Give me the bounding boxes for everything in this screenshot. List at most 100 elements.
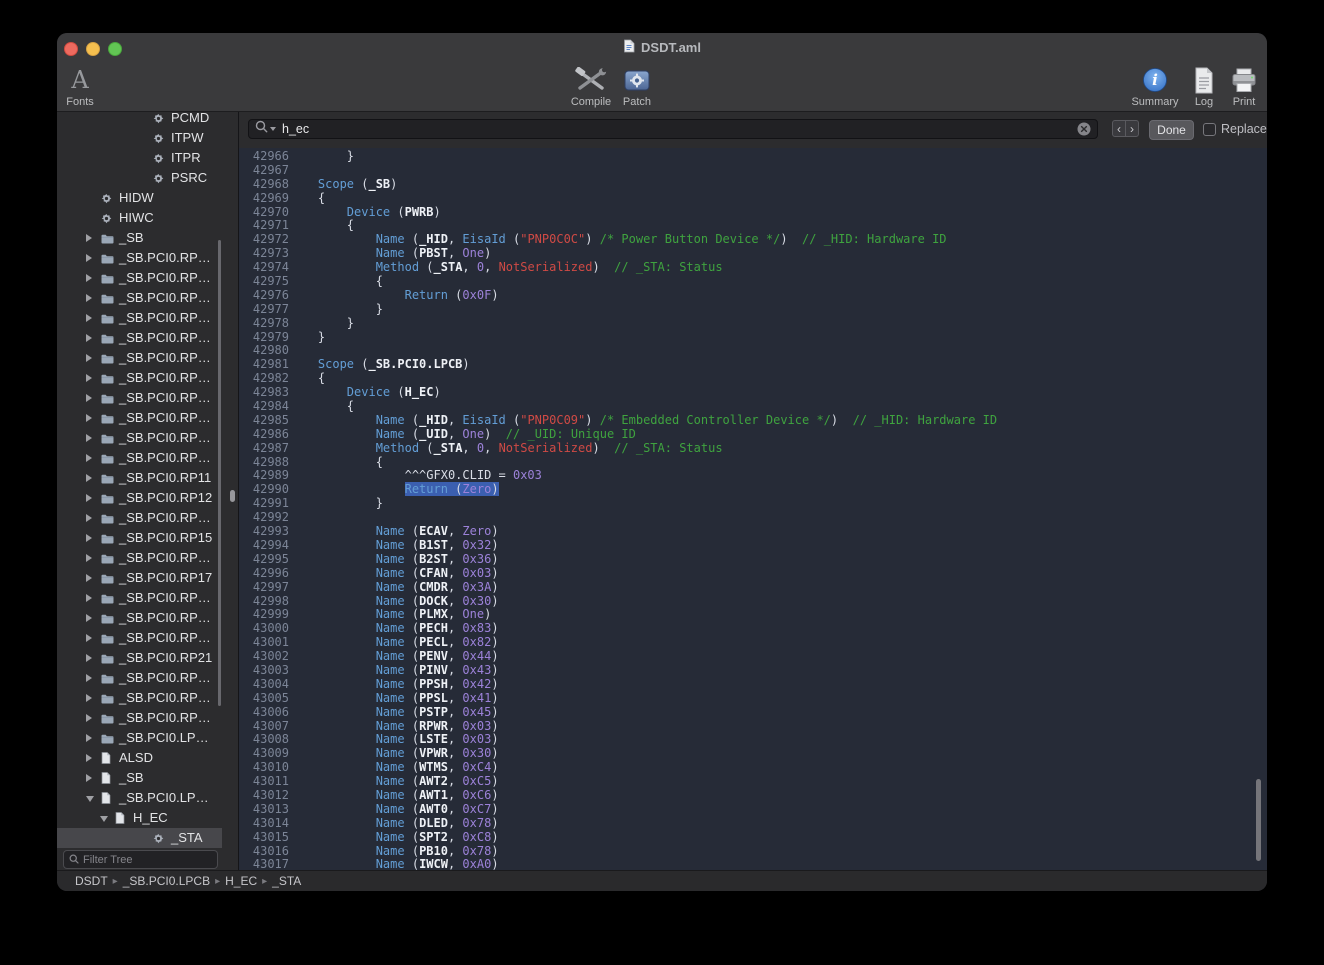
tree-item[interactable]: _SB.PCI0.RP11 (57, 468, 222, 488)
disclosure-triangle-icon[interactable] (86, 734, 92, 742)
done-button[interactable]: Done (1149, 120, 1194, 140)
find-previous-button[interactable]: ‹ (1112, 120, 1126, 137)
disclosure-triangle-icon[interactable] (86, 514, 92, 522)
tree-item[interactable]: HIDW (57, 188, 222, 208)
code-line[interactable]: 42999 Name (PLMX, One) (239, 608, 1267, 622)
code-line[interactable]: 42976 Return (0x0F) (239, 289, 1267, 303)
code-line[interactable]: 43009 Name (VPWR, 0x30) (239, 747, 1267, 761)
clear-search-button[interactable] (1077, 122, 1091, 136)
breadcrumb-item[interactable]: H_EC (225, 874, 257, 888)
tree-item[interactable]: HIWC (57, 208, 222, 228)
disclosure-triangle-icon[interactable] (86, 774, 92, 782)
code-line[interactable]: 42991 } (239, 497, 1267, 511)
tree-item[interactable]: PSRC (57, 168, 222, 188)
tree-item[interactable]: _SB.PCI0.RP12 (57, 488, 222, 508)
tree-item[interactable]: _SB.PCI0.RP… (57, 428, 222, 448)
code-line[interactable]: 43002 Name (PENV, 0x44) (239, 650, 1267, 664)
replace-checkbox[interactable] (1203, 123, 1216, 136)
zoom-button[interactable] (108, 42, 122, 56)
tree-item[interactable]: _SB.PCI0.RP21 (57, 648, 222, 668)
disclosure-triangle-icon[interactable] (86, 354, 92, 362)
disclosure-triangle-icon[interactable] (86, 594, 92, 602)
breadcrumb-item[interactable]: _STA (272, 874, 301, 888)
summary-button[interactable]: i Summary (1127, 65, 1183, 108)
tree-item[interactable]: _SB (57, 768, 222, 788)
code-line[interactable]: 42996 Name (CFAN, 0x03) (239, 567, 1267, 581)
code-line[interactable]: 42977 } (239, 303, 1267, 317)
tree-item[interactable]: _SB.PCI0.RP… (57, 508, 222, 528)
acpi-tree[interactable]: PCMDITPWITPRPSRCHIDWHIWC_SB_SB.PCI0.RP…_… (57, 112, 238, 849)
tree-item[interactable]: PCMD (57, 112, 222, 128)
code-line[interactable]: 42984 { (239, 400, 1267, 414)
code-line[interactable]: 42985 Name (_HID, EisaId ("PNP0C09") /* … (239, 414, 1267, 428)
tree-item[interactable]: _SB.PCI0.RP… (57, 388, 222, 408)
minimize-button[interactable] (86, 42, 100, 56)
code-line[interactable]: 43005 Name (PPSL, 0x41) (239, 692, 1267, 706)
code-line[interactable]: 42973 Name (PBST, One) (239, 247, 1267, 261)
search-input[interactable]: h_ec (248, 119, 1098, 139)
code-line[interactable]: 42994 Name (B1ST, 0x32) (239, 539, 1267, 553)
disclosure-triangle-icon[interactable] (86, 254, 92, 262)
breadcrumb-item[interactable]: _SB.PCI0.LPCB (123, 874, 210, 888)
code-line[interactable]: 42978 } (239, 317, 1267, 331)
disclosure-triangle-icon[interactable] (86, 374, 92, 382)
tree-item[interactable]: _SB.PCI0.RP… (57, 628, 222, 648)
tree-item[interactable]: _SB.PCI0.LP… (57, 788, 222, 808)
code-line[interactable]: 42981 Scope (_SB.PCI0.LPCB) (239, 358, 1267, 372)
code-line[interactable]: 42975 { (239, 275, 1267, 289)
breadcrumb-item[interactable]: DSDT (75, 874, 108, 888)
disclosure-triangle-icon[interactable] (86, 796, 94, 802)
disclosure-triangle-icon[interactable] (86, 654, 92, 662)
code-line[interactable]: 42987 Method (_STA, 0, NotSerialized) //… (239, 442, 1267, 456)
tree-item[interactable]: ITPW (57, 128, 222, 148)
tree-item[interactable]: _STA (57, 828, 222, 848)
code-line[interactable]: 42971 { (239, 219, 1267, 233)
tree-item[interactable]: _SB.PCI0.RP… (57, 288, 222, 308)
code-line[interactable]: 42983 Device (H_EC) (239, 386, 1267, 400)
code-line[interactable]: 43001 Name (PECL, 0x82) (239, 636, 1267, 650)
title-bar[interactable]: DSDT.aml (57, 33, 1267, 61)
tree-item[interactable]: ITPR (57, 148, 222, 168)
print-button[interactable]: Print (1216, 65, 1267, 108)
disclosure-triangle-icon[interactable] (86, 534, 92, 542)
code-line[interactable]: 42995 Name (B2ST, 0x36) (239, 553, 1267, 567)
tree-item[interactable]: _SB.PCI0.RP… (57, 268, 222, 288)
code-line[interactable]: 43007 Name (RPWR, 0x03) (239, 720, 1267, 734)
code-line[interactable]: 42993 Name (ECAV, Zero) (239, 525, 1267, 539)
tree-item[interactable]: _SB.PCI0.RP… (57, 448, 222, 468)
code-line[interactable]: 42998 Name (DOCK, 0x30) (239, 595, 1267, 609)
code-line[interactable]: 43000 Name (PECH, 0x83) (239, 622, 1267, 636)
tree-item[interactable]: _SB.PCI0.RP15 (57, 528, 222, 548)
tree-item[interactable]: _SB.PCI0.RP… (57, 328, 222, 348)
code-line[interactable]: 43014 Name (DLED, 0x78) (239, 817, 1267, 831)
close-button[interactable] (64, 42, 78, 56)
filter-tree-input[interactable]: Filter Tree (63, 850, 218, 869)
code-line[interactable]: 42968 Scope (_SB) (239, 178, 1267, 192)
code-line[interactable]: 42972 Name (_HID, EisaId ("PNP0C0C") /* … (239, 233, 1267, 247)
find-next-button[interactable]: › (1125, 120, 1139, 137)
code-line[interactable]: 42989 ^^^GFX0.CLID = 0x03 (239, 469, 1267, 483)
code-line[interactable]: 42982 { (239, 372, 1267, 386)
split-handle[interactable] (230, 490, 235, 502)
tree-item[interactable]: H_EC (57, 808, 222, 828)
code-line[interactable]: 42970 Device (PWRB) (239, 206, 1267, 220)
code-line[interactable]: 42969 { (239, 192, 1267, 206)
code-line[interactable]: 42980 (239, 344, 1267, 358)
disclosure-triangle-icon[interactable] (86, 434, 92, 442)
tree-item[interactable]: _SB.PCI0.RP… (57, 588, 222, 608)
code-line[interactable]: 43003 Name (PINV, 0x43) (239, 664, 1267, 678)
tree-item[interactable]: _SB.PCI0.RP… (57, 408, 222, 428)
code-line[interactable]: 43015 Name (SPT2, 0xC8) (239, 831, 1267, 845)
code-line[interactable]: 42990 Return (Zero) (239, 483, 1267, 497)
sidebar-scrollbar[interactable] (218, 240, 221, 706)
disclosure-triangle-icon[interactable] (86, 554, 92, 562)
code-line[interactable]: 42997 Name (CMDR, 0x3A) (239, 581, 1267, 595)
code-line[interactable]: 42974 Method (_STA, 0, NotSerialized) //… (239, 261, 1267, 275)
tree-item[interactable]: _SB.PCI0.RP… (57, 668, 222, 688)
code-line[interactable]: 43008 Name (LSTE, 0x03) (239, 733, 1267, 747)
tree-item[interactable]: _SB.PCI0.RP… (57, 348, 222, 368)
tree-item[interactable]: _SB.PCI0.RP… (57, 708, 222, 728)
tree-item[interactable]: _SB.PCI0.RP17 (57, 568, 222, 588)
disclosure-triangle-icon[interactable] (86, 614, 92, 622)
tree-item[interactable]: _SB (57, 228, 222, 248)
